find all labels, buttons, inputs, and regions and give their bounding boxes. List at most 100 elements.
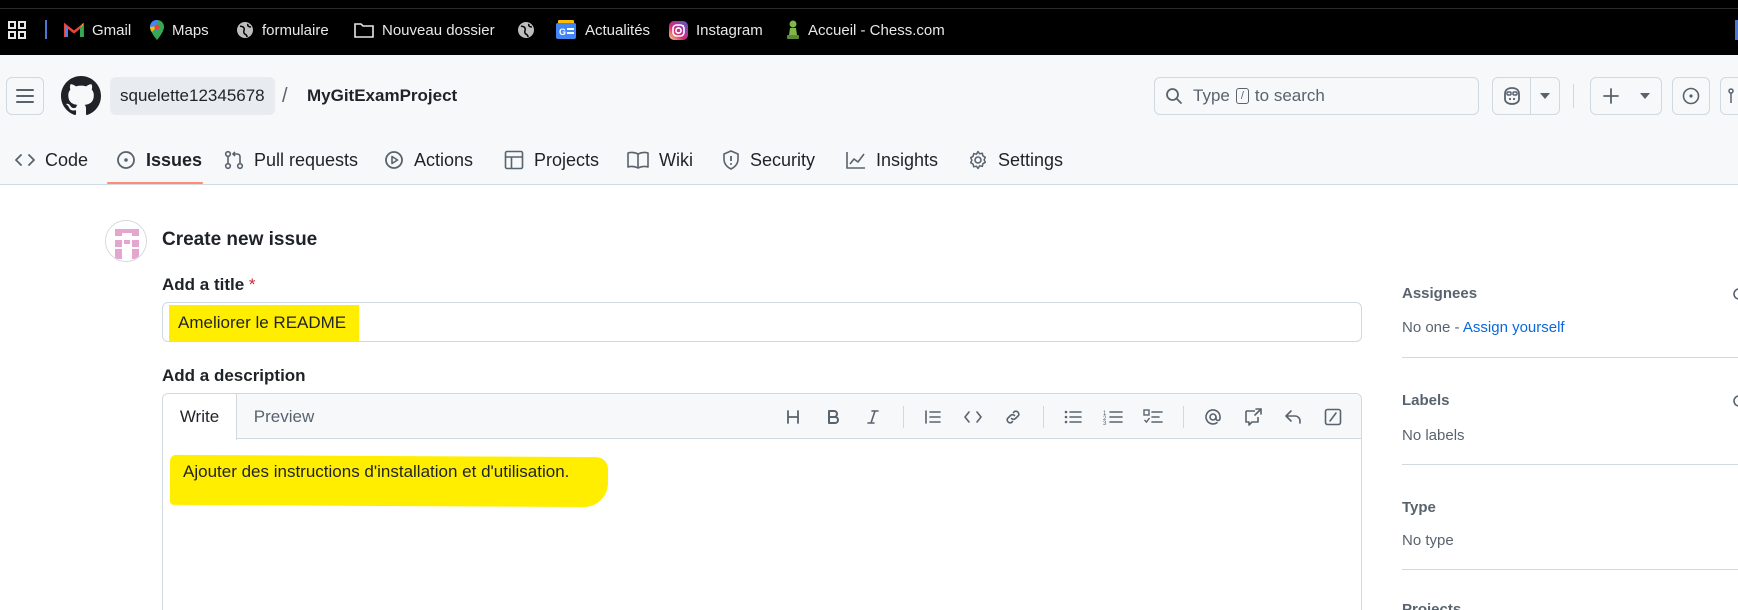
- reply-button[interactable]: [1281, 405, 1305, 429]
- play-icon: [385, 151, 403, 169]
- gear-icon: [969, 150, 987, 170]
- bullet-list-button[interactable]: [1061, 405, 1085, 429]
- globe-icon: [237, 22, 253, 38]
- apps-grid-icon[interactable]: [8, 21, 26, 44]
- assignees-gear-icon[interactable]: [1733, 287, 1738, 301]
- italic-icon: [867, 410, 879, 424]
- tab-insights[interactable]: Insights: [846, 135, 938, 185]
- window-top-edge: [0, 0, 1738, 9]
- slash-command-button[interactable]: [1321, 405, 1345, 429]
- assignees-value: No one - Assign yourself: [1402, 319, 1565, 336]
- search-shortcut-key: /: [1235, 88, 1249, 104]
- tab-issues[interactable]: Issues: [116, 135, 202, 185]
- tab-label: Insights: [876, 149, 939, 170]
- title-label-text: Add a title: [162, 275, 245, 294]
- repo-name-link[interactable]: MyGitExamProject: [307, 77, 457, 115]
- preview-tab[interactable]: Preview: [237, 394, 331, 439]
- assignees-none: No one: [1402, 319, 1451, 336]
- create-new-button[interactable]: [1590, 77, 1662, 115]
- bullet-list-icon: [1064, 410, 1082, 424]
- tab-pull-requests[interactable]: Pull requests: [224, 135, 358, 185]
- issue-opened-icon: [117, 151, 135, 169]
- bookmark-formulaire[interactable]: formulaire: [236, 19, 329, 41]
- graph-icon: [846, 152, 865, 169]
- link-button[interactable]: [1001, 405, 1025, 429]
- bookmark-label: formulaire: [262, 21, 329, 39]
- google-news-icon: G: [556, 20, 576, 39]
- tab-wiki[interactable]: Wiki: [627, 135, 693, 185]
- tab-actions[interactable]: Actions: [384, 135, 473, 185]
- write-tab[interactable]: Write: [163, 394, 237, 440]
- header-divider: [1573, 84, 1574, 108]
- plus-icon: [1603, 88, 1619, 104]
- labels-heading[interactable]: Labels: [1402, 392, 1450, 409]
- mention-button[interactable]: [1201, 405, 1225, 429]
- tab-code[interactable]: Code: [15, 135, 88, 185]
- heading-button[interactable]: [781, 405, 805, 429]
- task-list-icon: [1143, 409, 1163, 424]
- tab-label: Projects: [534, 149, 600, 170]
- shield-icon: [723, 150, 739, 170]
- assignees-heading[interactable]: Assignees: [1402, 285, 1477, 302]
- required-marker: *: [248, 275, 256, 294]
- tab-label: Issues: [146, 149, 203, 170]
- menu-button[interactable]: [6, 77, 44, 115]
- repo-tabs: Code Issues Pull requests Actions Projec…: [0, 135, 1738, 185]
- bookmark-instagram[interactable]: Instagram: [669, 19, 763, 41]
- assign-yourself-link[interactable]: Assign yourself: [1463, 319, 1565, 336]
- bookmark-label: Accueil - Chess.com: [808, 21, 945, 39]
- tab-settings[interactable]: Settings: [968, 135, 1063, 185]
- labels-gear-icon[interactable]: [1733, 394, 1738, 408]
- tab-label: Code: [45, 149, 89, 170]
- pull-requests-shortcut-button[interactable]: [1720, 77, 1738, 115]
- numbered-list-button[interactable]: 123: [1101, 405, 1125, 429]
- repo-owner-link[interactable]: squelette12345678: [110, 77, 275, 115]
- bold-icon: [828, 410, 839, 424]
- projects-heading[interactable]: Projects: [1402, 601, 1461, 610]
- bookmark-label: Maps: [172, 21, 209, 39]
- bookmark-maps[interactable]: Maps: [150, 19, 209, 41]
- bookmark-gmail[interactable]: Gmail: [64, 19, 131, 41]
- toolbar-separator: [1043, 406, 1044, 428]
- github-logo-icon[interactable]: [61, 76, 101, 121]
- tab-label: Security: [750, 149, 816, 170]
- bookmark-label: Actualités: [585, 21, 651, 39]
- link-icon: [1006, 410, 1020, 424]
- bookmark-label: Nouveau dossier: [382, 21, 495, 39]
- maps-pin-icon: [150, 20, 164, 40]
- gmail-icon: [64, 22, 84, 37]
- globe-icon: [518, 22, 534, 38]
- bookmark-label: Instagram: [696, 21, 763, 39]
- copilot-dropdown-button[interactable]: [1531, 78, 1559, 114]
- tab-label: Pull requests: [254, 149, 359, 170]
- hamburger-icon: [16, 89, 34, 103]
- copilot-button[interactable]: [1493, 78, 1530, 114]
- bold-button[interactable]: [821, 405, 845, 429]
- page-title: Create new issue: [162, 229, 318, 250]
- labels-value: No labels: [1402, 427, 1465, 444]
- quote-button[interactable]: [921, 405, 945, 429]
- toolbar-separator: [1183, 406, 1184, 428]
- bookmark-globe[interactable]: [517, 19, 543, 41]
- bookmark-nouveau-dossier[interactable]: Nouveau dossier: [354, 19, 495, 41]
- avatar[interactable]: [105, 220, 147, 262]
- tab-label: Settings: [998, 149, 1064, 170]
- issues-shortcut-button[interactable]: [1672, 77, 1710, 115]
- type-heading[interactable]: Type: [1402, 499, 1436, 516]
- search-suffix: to search: [1254, 86, 1325, 105]
- bookmark-chess[interactable]: Accueil - Chess.com: [786, 19, 945, 41]
- cross-reference-button[interactable]: [1241, 405, 1265, 429]
- search-icon: [1166, 88, 1182, 104]
- code-button[interactable]: [961, 405, 985, 429]
- bookmarks-separator: [45, 20, 47, 39]
- table-icon: [504, 150, 524, 170]
- task-list-button[interactable]: [1141, 405, 1165, 429]
- git-pull-request-icon: [224, 150, 244, 170]
- quote-icon: [925, 410, 941, 424]
- tab-projects[interactable]: Projects: [504, 135, 599, 185]
- tab-security[interactable]: Security: [722, 135, 815, 185]
- italic-button[interactable]: [861, 405, 885, 429]
- toolbar-separator: [903, 406, 904, 428]
- search-input[interactable]: Type / to search: [1154, 77, 1479, 115]
- bookmark-actualites[interactable]: G Actualités: [555, 19, 650, 41]
